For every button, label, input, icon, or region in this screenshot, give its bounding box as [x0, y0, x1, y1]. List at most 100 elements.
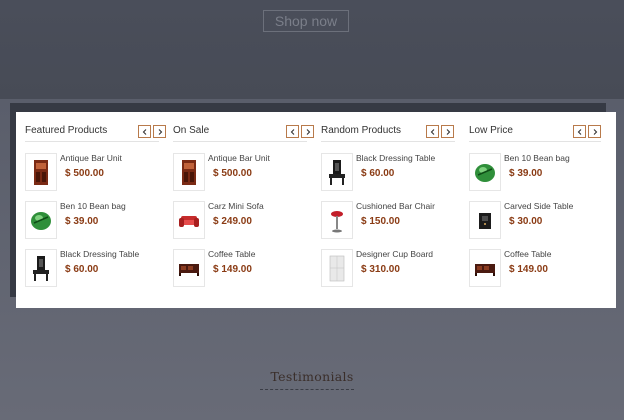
side-table-icon — [479, 213, 491, 229]
chevron-right-icon — [306, 128, 310, 135]
product-item: Cushioned Bar Chair $ 150.00 — [321, 201, 461, 241]
product-thumbnail[interactable] — [173, 201, 205, 239]
column-low-price: Low Price Ben 10 Bean bag $ 39.00 Carved… — [469, 112, 609, 308]
column-divider — [25, 141, 159, 142]
hero-banner: Shop now — [0, 0, 624, 99]
bar-unit-icon — [34, 160, 48, 185]
chevron-left-icon — [430, 128, 434, 135]
product-item: Carz Mini Sofa $ 249.00 — [173, 201, 313, 241]
carousel-arrows — [573, 125, 601, 138]
product-thumbnail[interactable] — [25, 201, 57, 239]
column-divider — [173, 141, 307, 142]
product-thumbnail[interactable] — [321, 153, 353, 191]
product-price: $ 39.00 — [509, 168, 543, 179]
column-header: Low Price — [469, 112, 609, 148]
product-name-link[interactable]: Ben 10 Bean bag — [504, 153, 570, 163]
product-thumbnail[interactable] — [173, 249, 205, 287]
product-name-link[interactable]: Designer Cup Board — [356, 249, 433, 259]
prev-arrow-button[interactable] — [286, 125, 299, 138]
product-price: $ 150.00 — [361, 216, 400, 227]
prev-arrow-button[interactable] — [573, 125, 586, 138]
column-title: Featured Products — [25, 125, 108, 136]
product-name-link[interactable]: Coffee Table — [504, 249, 551, 259]
product-item: Coffee Table $ 149.00 — [469, 249, 609, 289]
product-price: $ 500.00 — [65, 168, 104, 179]
product-name-link[interactable]: Ben 10 Bean bag — [60, 201, 126, 211]
column-divider — [469, 141, 601, 142]
column-on-sale: On Sale Antique Bar Unit $ 500.00 Carz M… — [173, 112, 314, 308]
product-price: $ 60.00 — [361, 168, 395, 179]
bar-chair-icon — [331, 211, 343, 233]
next-arrow-button[interactable] — [301, 125, 314, 138]
product-item: Antique Bar Unit $ 500.00 — [25, 153, 165, 193]
column-title: Random Products — [321, 125, 402, 136]
product-price: $ 310.00 — [361, 264, 400, 275]
next-arrow-button[interactable] — [588, 125, 601, 138]
chevron-left-icon — [142, 128, 146, 135]
carousel-arrows — [426, 125, 454, 138]
carousel-arrows — [138, 125, 166, 138]
product-price: $ 60.00 — [65, 264, 99, 275]
product-price: $ 500.00 — [213, 168, 252, 179]
product-item: Black Dressing Table $ 60.00 — [321, 153, 461, 193]
product-lists-panel: Featured Products Antique Bar Unit $ 500… — [16, 112, 616, 308]
chevron-right-icon — [158, 128, 162, 135]
prev-arrow-button[interactable] — [426, 125, 439, 138]
product-name-link[interactable]: Black Dressing Table — [356, 153, 435, 163]
chevron-right-icon — [593, 128, 597, 135]
product-thumbnail[interactable] — [469, 153, 501, 191]
product-item: Ben 10 Bean bag $ 39.00 — [25, 201, 165, 241]
product-name-link[interactable]: Cushioned Bar Chair — [356, 201, 435, 211]
product-thumbnail[interactable] — [25, 249, 57, 287]
product-price: $ 30.00 — [509, 216, 543, 227]
coffee-table-icon — [179, 264, 199, 276]
chevron-left-icon — [290, 128, 294, 135]
product-item: Black Dressing Table $ 60.00 — [25, 249, 165, 289]
testimonials-underline — [260, 389, 354, 390]
column-random-products: Random Products Black Dressing Table $ 6… — [321, 112, 461, 308]
carousel-arrows — [286, 125, 314, 138]
product-item: Carved Side Table $ 30.00 — [469, 201, 609, 241]
product-name-link[interactable]: Antique Bar Unit — [60, 153, 122, 163]
product-thumbnail[interactable] — [173, 153, 205, 191]
product-item: Antique Bar Unit $ 500.00 — [173, 153, 313, 193]
chevron-left-icon — [577, 128, 581, 135]
dressing-table-icon — [329, 160, 345, 185]
chevron-right-icon — [446, 128, 450, 135]
column-header: Featured Products — [25, 112, 166, 148]
product-thumbnail[interactable] — [321, 201, 353, 239]
product-price: $ 249.00 — [213, 216, 252, 227]
product-name-link[interactable]: Coffee Table — [208, 249, 255, 259]
product-name-link[interactable]: Carz Mini Sofa — [208, 201, 264, 211]
product-name-link[interactable]: Antique Bar Unit — [208, 153, 270, 163]
column-title: Low Price — [469, 125, 513, 136]
product-thumbnail[interactable] — [321, 249, 353, 287]
product-price: $ 149.00 — [509, 264, 548, 275]
testimonials-heading: Testimonials — [270, 369, 354, 384]
bean-bag-icon — [475, 164, 495, 182]
column-header: Random Products — [321, 112, 461, 148]
product-item: Ben 10 Bean bag $ 39.00 — [469, 153, 609, 193]
prev-arrow-button[interactable] — [138, 125, 151, 138]
column-featured-products: Featured Products Antique Bar Unit $ 500… — [25, 112, 166, 308]
coffee-table-icon — [475, 264, 495, 276]
column-header: On Sale — [173, 112, 314, 148]
column-title: On Sale — [173, 125, 210, 136]
product-thumbnail[interactable] — [25, 153, 57, 191]
product-price: $ 39.00 — [65, 216, 99, 227]
dressing-table-icon — [33, 256, 49, 281]
next-arrow-button[interactable] — [153, 125, 166, 138]
next-arrow-button[interactable] — [441, 125, 454, 138]
mini-sofa-icon — [179, 216, 199, 227]
product-thumbnail[interactable] — [469, 201, 501, 239]
product-name-link[interactable]: Carved Side Table — [504, 201, 573, 211]
shop-now-button[interactable]: Shop now — [263, 10, 349, 32]
product-name-link[interactable]: Black Dressing Table — [60, 249, 139, 259]
product-item: Designer Cup Board $ 310.00 — [321, 249, 461, 289]
bean-bag-icon — [31, 212, 51, 230]
product-thumbnail[interactable] — [469, 249, 501, 287]
column-divider — [321, 141, 455, 142]
product-item: Coffee Table $ 149.00 — [173, 249, 313, 289]
bar-unit-icon — [182, 160, 196, 185]
cup-board-icon — [329, 255, 345, 282]
